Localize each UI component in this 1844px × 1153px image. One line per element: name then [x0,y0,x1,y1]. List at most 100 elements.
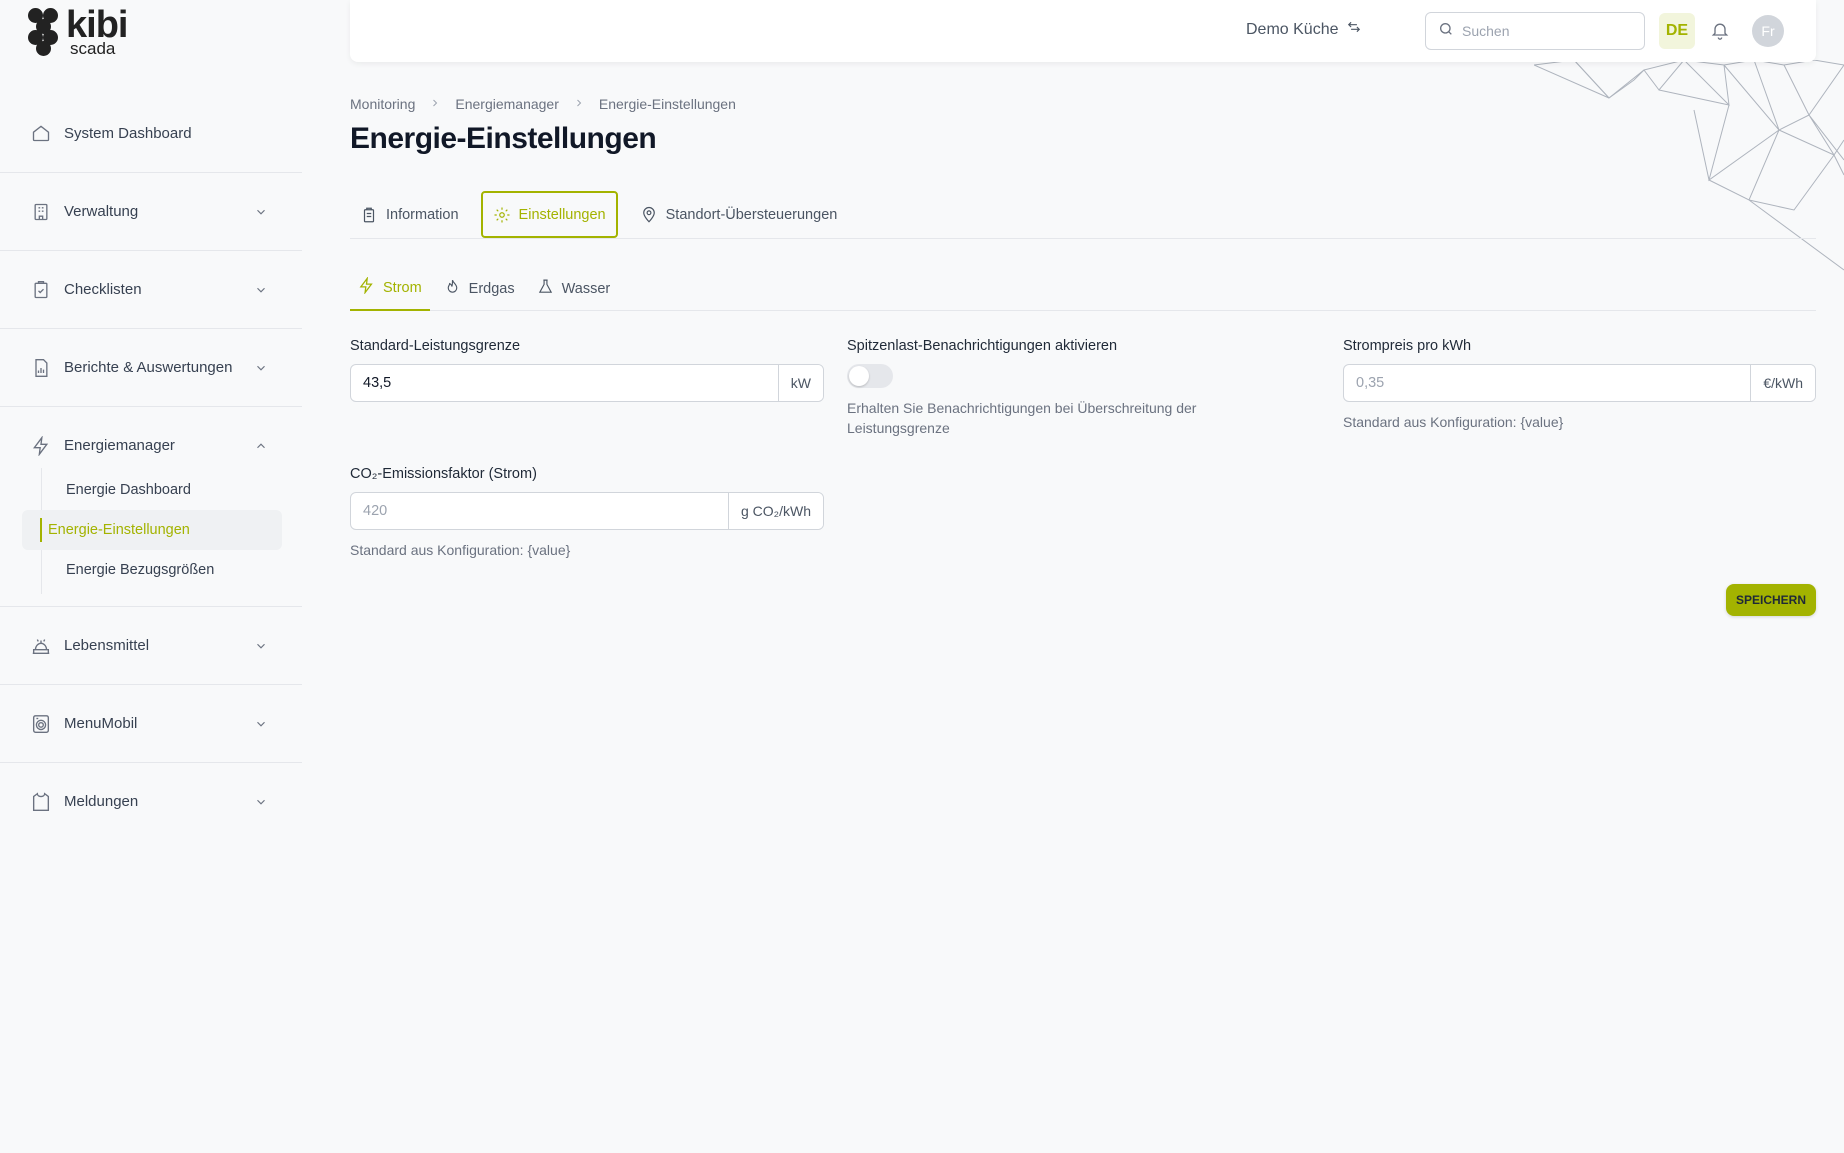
page-title: Energie-Einstellungen [350,122,657,155]
sidebar-item-meldungen[interactable]: Meldungen [0,779,302,824]
sidebar-item-label: Meldungen [64,793,139,810]
food-icon [30,635,52,657]
search-box[interactable] [1425,12,1645,50]
subtab-strom[interactable]: Strom [350,266,430,311]
kitchen-switcher[interactable]: Demo Küche [1246,20,1361,39]
sidebar-group-lebensmittel: Lebensmittel [0,607,302,684]
sidebar-item-energie-einstellungen[interactable]: Energie-Einstellungen [22,510,282,550]
peak-notify-hint: Erhalten Sie Benachrichtigungen bei Über… [847,400,1197,436]
chevron-right-icon [429,97,441,112]
breadcrumb-current: Energie-Einstellungen [598,96,736,112]
logo-sub: scada [70,39,116,58]
sidebar-item-label: System Dashboard [64,124,192,142]
sidebar-group-berichte: Berichte & Auswertungen [0,329,302,406]
subtab-erdgas[interactable]: Erdgas [436,266,523,311]
co2-hint: Standard aus Konfiguration: {value} [350,542,571,558]
shirt-icon [30,791,52,813]
breadcrumb-energiemanager[interactable]: Energiemanager [455,96,559,112]
language-switcher[interactable]: DE [1659,13,1695,49]
co2-input[interactable] [351,493,728,529]
sidebar-nav: System Dashboard Verwaltung Checklisten [0,110,302,840]
power-limit-unit: kW [777,365,823,401]
toggle-knob [849,366,869,386]
subtab-wasser[interactable]: Wasser [529,266,619,311]
location-pin-icon [640,206,658,224]
power-limit-field: Standard-Leistungsgrenze kW [350,338,824,402]
chevron-down-icon [254,639,268,653]
building-icon [30,201,52,223]
flame-icon [444,278,461,299]
lightning-icon [358,276,375,298]
price-hint: Standard aus Konfiguration: {value} [1343,414,1564,430]
search-icon [1438,21,1454,42]
sidebar-item-berichte[interactable]: Berichte & Auswertungen [0,345,302,390]
peak-notify-label: Spitzenlast-Benachrichtigungen aktiviere… [847,338,1118,354]
price-field: Strompreis pro kWh €/kWh Standard aus Ko… [1343,338,1816,432]
sidebar-item-menumobil[interactable]: MenuMobil [0,701,302,746]
peak-notify-toggle[interactable] [847,364,893,388]
sidebar-item-energiemanager[interactable]: Energiemanager [0,423,302,468]
flask-icon [537,278,554,299]
bell-icon[interactable] [1710,19,1734,43]
subtab-label: Strom [383,279,422,296]
co2-field: CO₂-Emissionsfaktor (Strom) g CO₂/kWh St… [350,466,824,560]
peak-notify-field: Spitzenlast-Benachrichtigungen aktiviere… [847,338,1267,438]
swap-icon [1347,20,1361,39]
chevron-down-icon [254,361,268,375]
price-input[interactable] [1344,365,1751,401]
sidebar-item-energie-bezugsgroessen[interactable]: Energie Bezugsgrößen [40,550,282,590]
chevron-down-icon [254,717,268,731]
breadcrumb-monitoring[interactable]: Monitoring [350,96,415,112]
subtab-label: Erdgas [468,280,515,297]
price-unit: €/kWh [1750,365,1815,401]
logo-mark-icon [28,8,62,56]
power-limit-input[interactable] [351,365,778,401]
home-icon [30,122,52,144]
power-limit-label: Standard-Leistungsgrenze [350,338,521,354]
sidebar-item-label: Checklisten [64,281,142,298]
clipboard-icon [360,206,378,224]
co2-unit: g CO₂/kWh [728,493,823,529]
sidebar-item-checklisten[interactable]: Checklisten [0,267,302,312]
gear-icon [493,206,511,224]
lightning-icon [30,435,52,457]
subtab-label: Wasser [561,280,611,297]
sidebar-item-system-dashboard[interactable]: System Dashboard [0,110,302,156]
top-header: Demo Küche DE Fr [350,0,1816,62]
clipboard-check-icon [30,279,52,301]
washer-icon [30,713,52,735]
tab-standort-uebersteuerungen[interactable]: Standort-Übersteuerungen [630,191,848,238]
chevron-down-icon [254,795,268,809]
sidebar-item-label: Verwaltung [64,203,139,220]
chevron-down-icon [254,205,268,219]
tab-label: Einstellungen [518,206,606,223]
logo-name: kibi [66,4,128,46]
tab-einstellungen[interactable]: Einstellungen [480,191,618,238]
chevron-down-icon [254,283,268,297]
kibi-logo[interactable]: kibi scada [28,4,128,58]
sidebar-item-label: Berichte & Auswertungen [64,359,233,376]
main-tabs: Information Einstellungen Standort-Übers… [350,191,1816,239]
sidebar-item-energie-dashboard[interactable]: Energie Dashboard [40,470,282,510]
sidebar-item-label: Energiemanager [64,437,175,454]
chevron-up-icon [254,439,268,453]
sidebar-group-verwaltung: Verwaltung [0,173,302,250]
sidebar-group-checklisten: Checklisten [0,251,302,328]
decorative-mesh [1534,60,1844,271]
kitchen-name: Demo Küche [1246,20,1339,38]
search-input[interactable] [1462,23,1622,39]
report-icon [30,357,52,379]
sidebar-group-meldungen: Meldungen [0,763,302,840]
tab-information[interactable]: Information [350,191,469,238]
price-label: Strompreis pro kWh [1343,338,1472,354]
sidebar-group-menumobil: MenuMobil [0,685,302,762]
save-button[interactable]: SPEICHERN [1726,584,1816,616]
sidebar-item-lebensmittel[interactable]: Lebensmittel [0,623,302,668]
avatar[interactable]: Fr [1752,15,1784,47]
chevron-right-icon [573,97,585,112]
sidebar-item-label: Lebensmittel [64,637,150,654]
sidebar-item-verwaltung[interactable]: Verwaltung [0,189,302,234]
tab-label: Information [386,206,459,223]
energy-type-tabs: Strom Erdgas Wasser [350,266,1816,311]
breadcrumb: Monitoring Energiemanager Energie-Einste… [350,96,736,112]
